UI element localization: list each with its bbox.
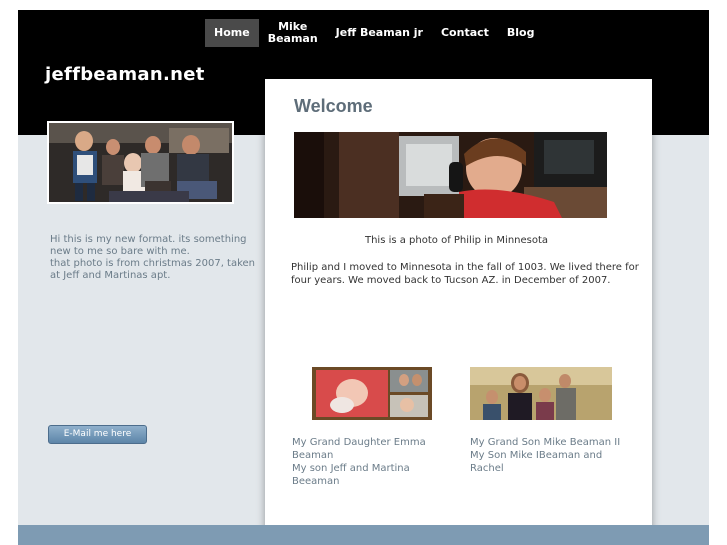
sidebar-intro-text: Hi this is my new format. its something … <box>50 234 265 282</box>
nav-jeff-beaman-jr[interactable]: Jeff Beaman jr <box>327 19 432 47</box>
main-nav: Home Mike Beaman Jeff Beaman jr Contact … <box>205 19 544 47</box>
thumb-caption-line[interactable]: My son Jeff and Martina Beeaman <box>292 462 442 488</box>
mike-family-thumbnail-image <box>470 367 612 420</box>
site-title[interactable]: jeffbeaman.net <box>45 64 205 85</box>
emma-thumbnail-image <box>312 367 432 420</box>
main-content-panel: Welcome This is a photo of Philip in Min… <box>265 79 652 545</box>
nav-home[interactable]: Home <box>205 19 259 47</box>
nav-contact[interactable]: Contact <box>432 19 498 47</box>
sidebar-line: Hi this is my new format. its something … <box>50 234 247 257</box>
nav-mike-beaman[interactable]: Mike Beaman <box>259 19 327 47</box>
sidebar-line: that photo is from christmas 2007, taken… <box>50 258 256 281</box>
email-me-button[interactable]: E-Mail me here <box>48 425 147 444</box>
page-wrapper: Home Mike Beaman Jeff Beaman jr Contact … <box>18 10 709 545</box>
footer-bar <box>18 525 709 545</box>
philip-photo-image <box>294 132 607 218</box>
nav-blog[interactable]: Blog <box>498 19 544 47</box>
mike-family-thumbnail[interactable] <box>470 367 612 420</box>
emma-caption: My Grand Daughter Emma Beaman My son Jef… <box>292 436 442 488</box>
photo-caption: This is a photo of Philip in Minnesota <box>364 235 549 246</box>
christmas-family-photo <box>47 121 234 204</box>
emma-thumbnail[interactable] <box>312 367 432 420</box>
thumb-caption-line[interactable]: My Grand Son Mike Beaman II <box>470 436 635 449</box>
philip-photo <box>294 132 607 218</box>
christmas-family-photo-image <box>49 123 232 202</box>
page-title: Welcome <box>294 96 373 116</box>
story-text: Philip and I moved to Minnesota in the f… <box>291 262 639 286</box>
thumb-caption-line[interactable]: My Grand Daughter Emma Beaman <box>292 436 442 462</box>
mike-family-caption: My Grand Son Mike Beaman II My Son Mike … <box>470 436 635 475</box>
thumb-caption-line[interactable]: My Son Mike IBeaman and Rachel <box>470 449 635 475</box>
